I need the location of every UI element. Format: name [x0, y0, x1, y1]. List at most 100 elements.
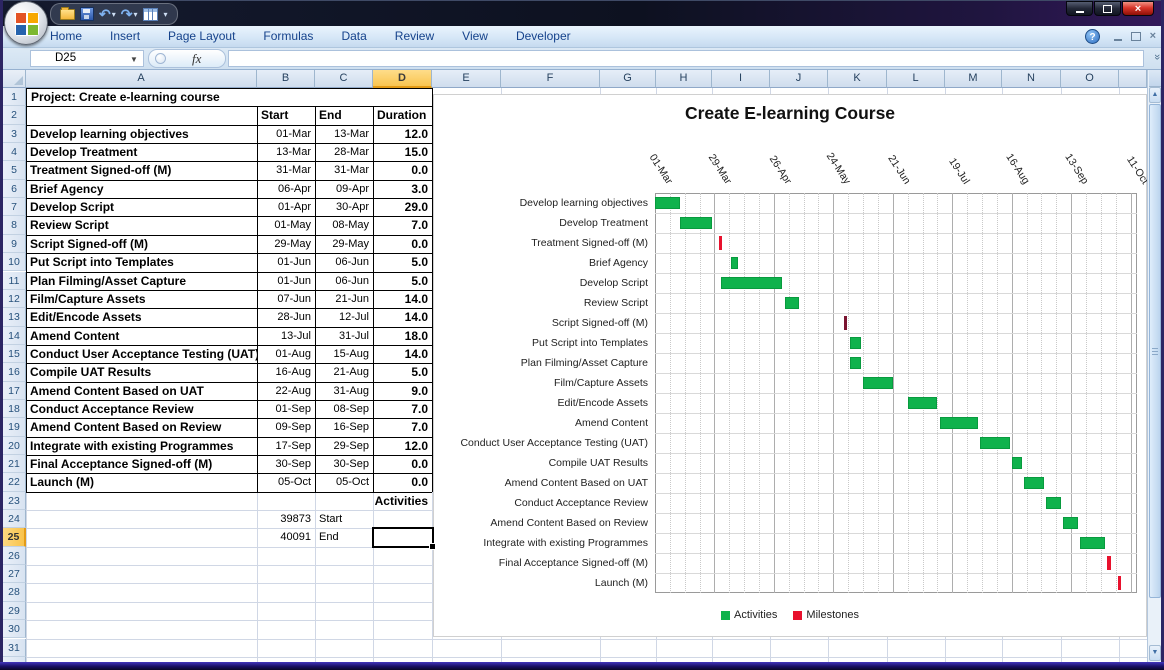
cell-D23[interactable]: Activities [373, 492, 432, 510]
workbook-restore-icon[interactable] [1131, 32, 1141, 41]
row-header-31[interactable]: 31 [3, 639, 26, 657]
restore-button[interactable] [1094, 1, 1121, 16]
cell-A21[interactable]: Final Acceptance Signed-off (M) [26, 455, 257, 473]
cell-D18[interactable]: 7.0 [373, 400, 432, 418]
row-header-14[interactable]: 14 [3, 327, 26, 345]
office-button[interactable] [4, 1, 48, 45]
selected-cell-D25[interactable] [372, 527, 434, 548]
row-header-30[interactable]: 30 [3, 620, 26, 638]
gantt-bar-activity[interactable] [655, 197, 680, 209]
row-header-21[interactable]: 21 [3, 455, 26, 473]
workbook-minimize-icon[interactable] [1114, 39, 1122, 41]
cell-D22[interactable]: 0.0 [373, 473, 432, 491]
cell-A22[interactable]: Launch (M) [26, 473, 257, 491]
cell-D20[interactable]: 12.0 [373, 437, 432, 455]
cell-B16[interactable]: 16-Aug [257, 363, 315, 381]
row-header-12[interactable]: 12 [3, 290, 26, 308]
row-header-11[interactable]: 11 [3, 272, 26, 290]
cell-A4[interactable]: Develop Treatment [26, 143, 257, 161]
cell-A14[interactable]: Amend Content [26, 327, 257, 345]
cell-D5[interactable]: 0.0 [373, 161, 432, 179]
cell-C4[interactable]: 28-Mar [315, 143, 373, 161]
gantt-bar-activity[interactable] [863, 377, 893, 389]
cell-C2[interactable]: End [315, 106, 373, 124]
chart-legend[interactable]: ActivitiesMilestones [434, 609, 1146, 621]
tab-view[interactable]: View [448, 26, 502, 48]
cell-B21[interactable]: 30-Sep [257, 455, 315, 473]
cell-C3[interactable]: 13-Mar [315, 125, 373, 143]
cell-D16[interactable]: 5.0 [373, 363, 432, 381]
column-header-E[interactable]: E [432, 70, 501, 88]
row-header-17[interactable]: 17 [3, 382, 26, 400]
column-header-stub[interactable] [1119, 70, 1147, 88]
column-header-K[interactable]: K [828, 70, 887, 88]
cell-C20[interactable]: 29-Sep [315, 437, 373, 455]
cell-A10[interactable]: Put Script into Templates [26, 253, 257, 271]
row-header-6[interactable]: 6 [3, 180, 26, 198]
row-header-15[interactable]: 15 [3, 345, 26, 363]
gantt-bar-activity[interactable] [721, 277, 783, 289]
row-header-23[interactable]: 23 [3, 492, 26, 510]
row-header-3[interactable]: 3 [3, 125, 26, 143]
cell-B18[interactable]: 01-Sep [257, 400, 315, 418]
gantt-bar-activity[interactable] [1012, 457, 1023, 469]
cell-A19[interactable]: Amend Content Based on Review [26, 418, 257, 436]
row-header-7[interactable]: 7 [3, 198, 26, 216]
cell-A20[interactable]: Integrate with existing Programmes [26, 437, 257, 455]
row-header-5[interactable]: 5 [3, 161, 26, 179]
tab-formulas[interactable]: Formulas [249, 26, 327, 48]
cell-B17[interactable]: 22-Aug [257, 382, 315, 400]
cell-C10[interactable]: 06-Jun [315, 253, 373, 271]
cell-C8[interactable]: 08-May [315, 216, 373, 234]
customize-qat-button[interactable]: ▾ [162, 5, 169, 23]
fill-handle[interactable] [429, 543, 436, 550]
cell-D10[interactable]: 5.0 [373, 253, 432, 271]
cell-D13[interactable]: 14.0 [373, 308, 432, 326]
gantt-bar-activity[interactable] [1046, 497, 1061, 509]
row-header-24[interactable]: 24 [3, 510, 26, 528]
row-header-4[interactable]: 4 [3, 143, 26, 161]
gantt-bar-activity[interactable] [1063, 517, 1078, 529]
cell-A18[interactable]: Conduct Acceptance Review [26, 400, 257, 418]
gantt-bar-activity[interactable] [785, 297, 800, 309]
column-header-O[interactable]: O [1061, 70, 1119, 88]
row-header-9[interactable]: 9 [3, 235, 26, 253]
cell-B10[interactable]: 01-Jun [257, 253, 315, 271]
cell-B24[interactable]: 39873 [257, 510, 315, 528]
vertical-scrollbar[interactable]: ▲ ▼ [1147, 70, 1161, 662]
cell-D21[interactable]: 0.0 [373, 455, 432, 473]
gantt-bar-milestone[interactable] [844, 316, 848, 330]
cell-A7[interactable]: Develop Script [26, 198, 257, 216]
minimize-button[interactable] [1066, 1, 1093, 16]
cell-B15[interactable]: 01-Aug [257, 345, 315, 363]
cell-A15[interactable]: Conduct User Acceptance Testing (UAT) [26, 345, 257, 363]
cell-D17[interactable]: 9.0 [373, 382, 432, 400]
gantt-bar-activity[interactable] [1080, 537, 1105, 549]
cell-A11[interactable]: Plan Filming/Asset Capture [26, 272, 257, 290]
column-header-M[interactable]: M [945, 70, 1002, 88]
gantt-bar-activity[interactable] [850, 337, 861, 349]
cell-D3[interactable]: 12.0 [373, 125, 432, 143]
cell-D8[interactable]: 7.0 [373, 216, 432, 234]
cell-B8[interactable]: 01-May [257, 216, 315, 234]
cell-B7[interactable]: 01-Apr [257, 198, 315, 216]
cell-B2[interactable]: Start [257, 106, 315, 124]
worksheet[interactable]: ABCDEFGHIJKLMNO1234567891011121314151617… [3, 70, 1147, 662]
gantt-chart[interactable]: Create E-learning Course01-Mar29-Mar26-A… [433, 94, 1147, 637]
gantt-bar-milestone[interactable] [719, 236, 723, 250]
gantt-bar-activity[interactable] [731, 257, 737, 269]
cell-A9[interactable]: Script Signed-off (M) [26, 235, 257, 253]
row-header-20[interactable]: 20 [3, 437, 26, 455]
name-box-dropdown-icon[interactable]: ▼ [130, 55, 138, 64]
gantt-bar-activity[interactable] [680, 217, 712, 229]
cell-D4[interactable]: 15.0 [373, 143, 432, 161]
cell-C16[interactable]: 21-Aug [315, 363, 373, 381]
redo-dropdown-icon[interactable]: ▾ [133, 10, 137, 19]
cell-C24[interactable]: Start [315, 510, 373, 528]
cell-D15[interactable]: 14.0 [373, 345, 432, 363]
cell-A1[interactable]: Project: Create e-learning course [27, 88, 431, 106]
legend-item-activities[interactable]: Activities [721, 609, 777, 621]
gantt-bar-activity[interactable] [1024, 477, 1043, 489]
row-header-13[interactable]: 13 [3, 308, 26, 326]
cell-B4[interactable]: 13-Mar [257, 143, 315, 161]
